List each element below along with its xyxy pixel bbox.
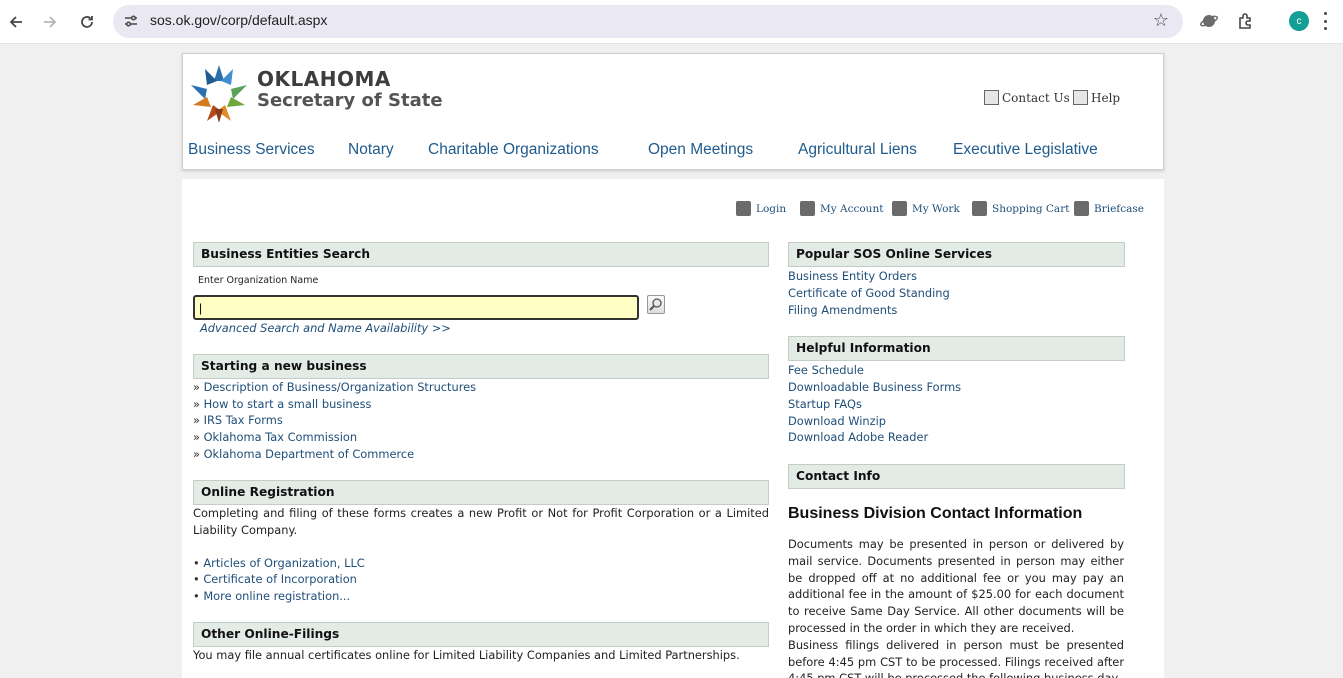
nav-business-services[interactable]: Business Services (188, 141, 315, 159)
extension-planet-icon[interactable] (1199, 11, 1219, 31)
login-link[interactable]: Login (736, 201, 786, 216)
helpful-info-header: Helpful Information (788, 336, 1125, 361)
list-item[interactable]: Download Winzip (788, 414, 886, 428)
my-work-label: My Work (912, 202, 960, 215)
list-item[interactable]: » Oklahoma Tax Commission (193, 430, 357, 444)
briefcase-link[interactable]: Briefcase (1074, 201, 1144, 216)
oklahoma-star-logo-icon[interactable] (189, 62, 249, 122)
my-work-link[interactable]: My Work (892, 201, 960, 216)
logo-subtitle[interactable]: Secretary of State (257, 90, 443, 111)
gear-icon (800, 201, 815, 216)
help-link[interactable]: Help (1073, 90, 1120, 105)
list-item[interactable]: Startup FAQs (788, 397, 862, 411)
list-item[interactable]: » Description of Business/Organization S… (193, 380, 476, 394)
contact-us-link[interactable]: Contact Us (984, 90, 1070, 105)
site-settings-icon[interactable] (123, 13, 139, 29)
extensions-puzzle-icon[interactable] (1236, 11, 1256, 31)
organization-name-input[interactable] (193, 295, 639, 320)
nav-open-meetings[interactable]: Open Meetings (648, 141, 753, 159)
list-item[interactable]: Fee Schedule (788, 363, 864, 377)
other-filings-text: You may file annual certificates online … (193, 648, 740, 662)
advanced-search-link[interactable]: Advanced Search and Name Availability >> (200, 321, 451, 335)
briefcase-label: Briefcase (1094, 202, 1144, 215)
bookmark-star-icon[interactable]: ☆ (1153, 10, 1169, 31)
browser-menu-icon[interactable] (1324, 12, 1328, 30)
clipboard-icon (892, 201, 907, 216)
nav-notary[interactable]: Notary (348, 141, 394, 159)
list-item[interactable]: Certificate of Good Standing (788, 286, 950, 300)
list-item[interactable]: Downloadable Business Forms (788, 380, 961, 394)
nav-charitable-organizations[interactable]: Charitable Organizations (428, 141, 599, 159)
forward-arrow-icon[interactable] (36, 8, 64, 36)
list-item[interactable]: Filing Amendments (788, 303, 897, 317)
contact-info-header: Contact Info (788, 464, 1125, 489)
contact-paragraph: Documents may be presented in person or … (788, 537, 1124, 635)
login-icon (736, 201, 751, 216)
org-name-label: Enter Organization Name (198, 275, 319, 286)
list-item[interactable]: • Articles of Organization, LLC (193, 556, 365, 570)
contact-body: Documents may be presented in person or … (788, 536, 1124, 678)
url-text[interactable]: sos.ok.gov/corp/default.aspx (150, 12, 327, 28)
starting-business-header: Starting a new business (193, 354, 769, 379)
reload-icon[interactable] (73, 8, 101, 36)
envelope-icon (1073, 90, 1088, 105)
browser-toolbar: sos.ok.gov/corp/default.aspx ☆ c (0, 0, 1343, 44)
list-item[interactable]: » Oklahoma Department of Commerce (193, 447, 414, 461)
contact-title: Business Division Contact Information (788, 505, 1083, 522)
nav-executive-legislative[interactable]: Executive Legislative (953, 141, 1098, 159)
business-search-header: Business Entities Search (193, 242, 769, 267)
briefcase-icon (1074, 201, 1089, 216)
list-item[interactable]: Business Entity Orders (788, 269, 917, 283)
shopping-cart-link[interactable]: Shopping Cart (972, 201, 1069, 216)
magnifier-icon (649, 298, 662, 311)
my-account-label: My Account (820, 202, 884, 215)
search-button[interactable] (647, 295, 665, 314)
other-filings-header: Other Online-Filings (193, 622, 769, 647)
online-registration-header: Online Registration (193, 480, 769, 505)
list-item[interactable]: • More online registration... (193, 589, 350, 603)
popular-services-header: Popular SOS Online Services (788, 242, 1125, 267)
online-registration-text: Completing and filing of these forms cre… (193, 506, 769, 537)
back-arrow-icon[interactable] (2, 8, 30, 36)
help-label: Help (1091, 90, 1121, 105)
login-label: Login (756, 202, 787, 215)
list-item[interactable]: » How to start a small business (193, 397, 371, 411)
main-navigation: Business Services Notary Charitable Orga… (183, 141, 1163, 161)
list-item[interactable]: » IRS Tax Forms (193, 413, 283, 427)
my-account-link[interactable]: My Account (800, 201, 883, 216)
cart-icon (972, 201, 987, 216)
list-item[interactable]: • Certificate of Incorporation (193, 572, 357, 586)
site-header: OKLAHOMA Secretary of State Contact Us H… (182, 53, 1164, 170)
address-bar[interactable]: sos.ok.gov/corp/default.aspx ☆ (113, 5, 1183, 38)
contact-us-label: Contact Us (1002, 90, 1070, 105)
main-content: Login My Account My Work Shopping Cart B… (182, 179, 1164, 678)
shopping-cart-label: Shopping Cart (992, 202, 1070, 215)
list-item[interactable]: Download Adobe Reader (788, 430, 928, 444)
nav-agricultural-liens[interactable]: Agricultural Liens (798, 141, 917, 159)
document-icon (984, 90, 999, 105)
contact-paragraph: Business filings delivered in person mus… (788, 637, 1124, 678)
logo-title[interactable]: OKLAHOMA (257, 67, 391, 91)
profile-avatar[interactable]: c (1289, 11, 1309, 31)
